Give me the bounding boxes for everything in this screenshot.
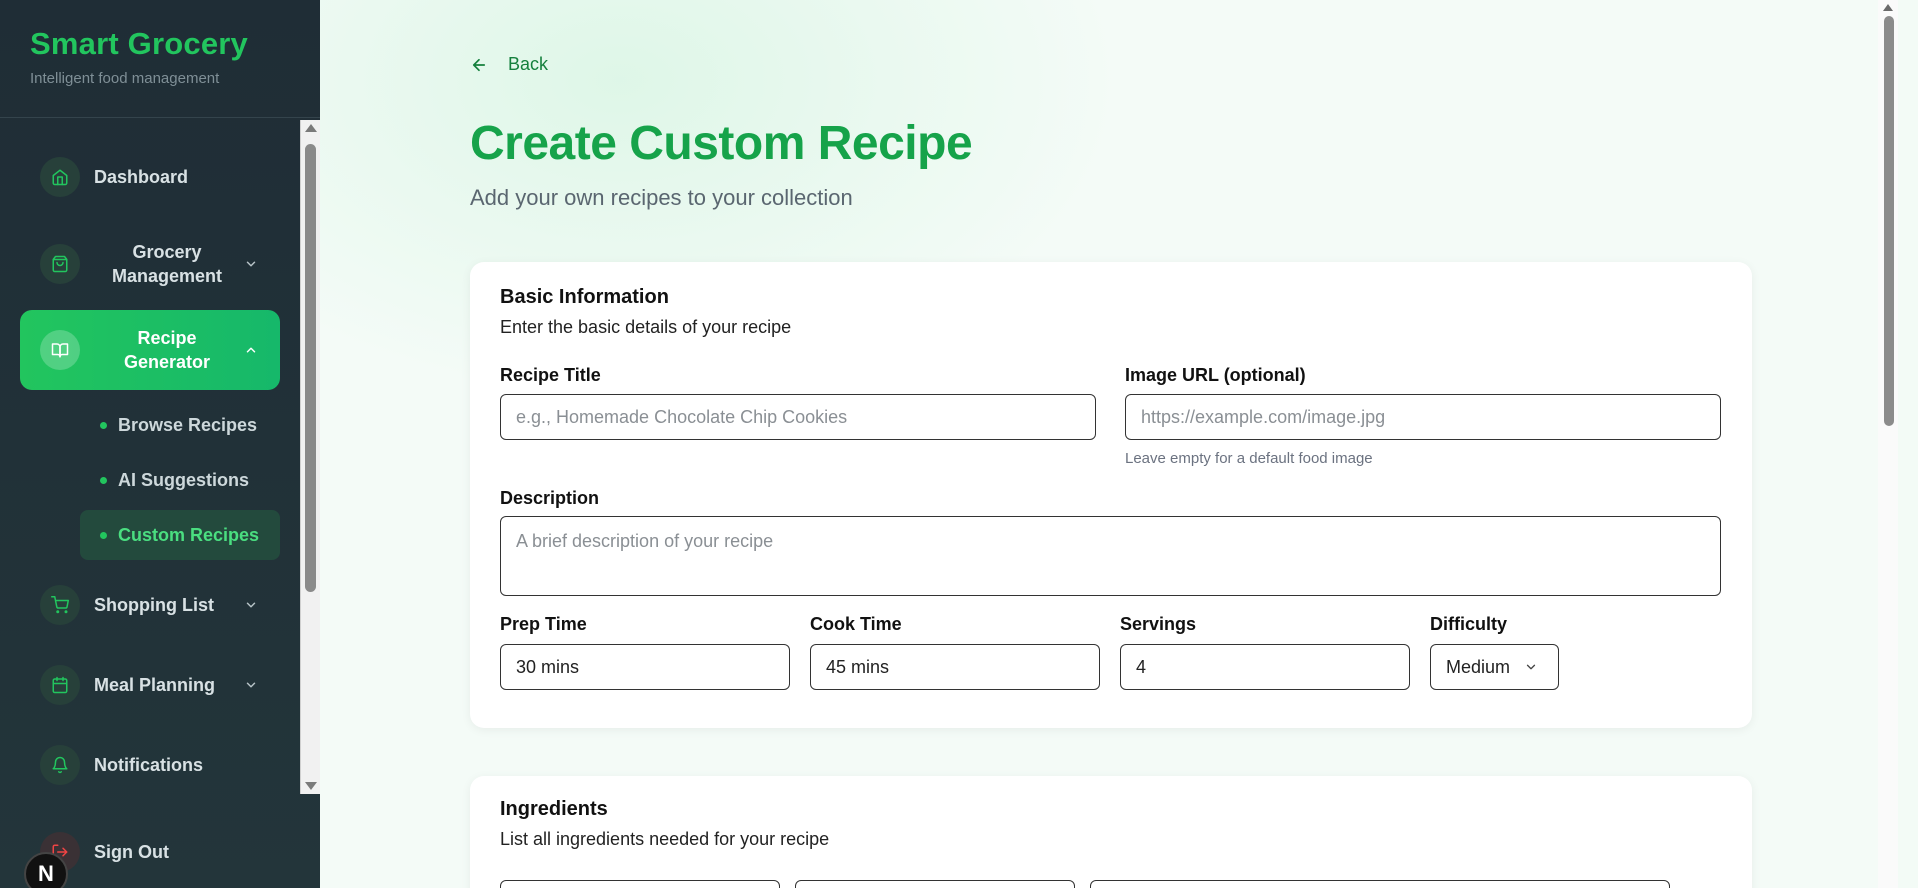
cook-time-label: Cook Time (810, 614, 902, 634)
description-label: Description (500, 488, 600, 508)
bell-icon (40, 745, 80, 785)
ingredient-amount-input[interactable] (795, 880, 1075, 888)
sidebar-item-label: Shopping List (94, 595, 214, 615)
scroll-down-arrow-icon[interactable] (305, 782, 317, 790)
sidebar-subitem-ai-suggestions[interactable]: AI Suggestions (80, 457, 280, 503)
sidebar-item-label: Dashboard (94, 167, 189, 187)
description-textarea[interactable] (500, 516, 1721, 596)
sidebar-scrollbar[interactable] (300, 120, 320, 794)
brand: Smart Grocery Intelligent food managemen… (0, 0, 320, 118)
card-title: Basic Information (500, 286, 669, 308)
ingredient-notes-input[interactable] (1090, 880, 1670, 888)
sidebar-subitem-browse-recipes[interactable]: Browse Recipes (80, 402, 280, 448)
page-scrollbar[interactable] (1878, 0, 1898, 888)
sidebar-item-label: Notifications (94, 755, 204, 775)
brand-subtitle: Intelligent food management (30, 70, 220, 87)
basic-information-card: Basic Information Enter the basic detail… (470, 262, 1752, 728)
book-open-icon (40, 330, 80, 370)
sidebar-item-meal-planning[interactable]: Meal Planning (20, 660, 280, 710)
page-subtitle: Add your own recipes to your collection (470, 185, 853, 210)
chevron-down-icon (1526, 664, 1536, 670)
sidebar-subitem-label: Browse Recipes (118, 414, 258, 435)
bullet-dot-icon (100, 531, 107, 539)
cook-time-input[interactable] (810, 644, 1100, 690)
sidebar-subitem-custom-recipes[interactable]: Custom Recipes (80, 510, 280, 560)
bullet-dot-icon (100, 421, 107, 429)
servings-label: Servings (1120, 614, 1197, 634)
chevron-down-icon (240, 257, 262, 271)
sidebar-item-label: Grocery Management (111, 242, 223, 286)
main-content: Back Create Custom Recipe Add your own r… (320, 0, 1898, 888)
card-title: Ingredients (500, 798, 608, 820)
brand-title: Smart Grocery (30, 26, 248, 61)
difficulty-select[interactable]: Medium (1430, 644, 1559, 690)
scroll-up-arrow-icon[interactable] (1883, 4, 1893, 11)
shopping-cart-icon (40, 585, 80, 625)
back-button[interactable]: Back (470, 54, 548, 75)
arrow-left-icon (472, 58, 486, 71)
home-icon (40, 157, 80, 197)
servings-input[interactable] (1120, 644, 1410, 690)
chevron-up-icon (240, 343, 262, 357)
difficulty-value: Medium (1446, 656, 1511, 677)
sidebar-item-dashboard[interactable]: Dashboard (20, 152, 280, 202)
scrollbar-thumb[interactable] (305, 144, 316, 592)
image-url-label: Image URL (optional) (1125, 365, 1306, 385)
next-logo-badge[interactable]: N (24, 852, 68, 888)
sidebar-item-recipe-generator[interactable]: Recipe Generator (20, 310, 280, 390)
sidebar-item-grocery-management[interactable]: Grocery Management (20, 232, 280, 296)
card-description: List all ingredients needed for your rec… (500, 829, 830, 849)
bullet-dot-icon (100, 476, 107, 484)
prep-time-label: Prep Time (500, 614, 587, 634)
card-description: Enter the basic details of your recipe (500, 317, 792, 337)
prep-time-input[interactable] (500, 644, 790, 690)
ingredients-card: Ingredients List all ingredients needed … (470, 776, 1752, 888)
sidebar-item-label: Meal Planning (94, 675, 216, 695)
image-url-hint: Leave empty for a default food image (1125, 450, 1373, 467)
sidebar-item-shopping-list[interactable]: Shopping List (20, 580, 280, 630)
chevron-down-icon (240, 598, 262, 612)
page-title: Create Custom Recipe (470, 117, 973, 170)
shopping-bag-icon (40, 244, 80, 284)
scrollbar-thumb[interactable] (1884, 16, 1894, 426)
scroll-up-arrow-icon[interactable] (305, 124, 317, 132)
sidebar-subitem-label: AI Suggestions (118, 469, 250, 490)
recipe-title-input[interactable] (500, 394, 1096, 440)
sidebar-item-notifications[interactable]: Notifications (20, 740, 280, 790)
recipe-title-label: Recipe Title (500, 365, 601, 385)
calendar-icon (40, 665, 80, 705)
sidebar-subitem-label: Custom Recipes (118, 524, 260, 545)
chevron-down-icon (240, 678, 262, 692)
back-label: Back (508, 54, 549, 74)
sidebar-item-label: Recipe Generator (123, 328, 211, 372)
sidebar: Smart Grocery Intelligent food managemen… (0, 0, 320, 888)
sidebar-nav: Dashboard Grocery Management Recipe Gene… (0, 120, 300, 794)
image-url-input[interactable] (1125, 394, 1721, 440)
difficulty-label: Difficulty (1430, 614, 1508, 634)
sign-out-label: Sign Out (94, 842, 169, 862)
ingredient-name-input[interactable] (500, 880, 780, 888)
